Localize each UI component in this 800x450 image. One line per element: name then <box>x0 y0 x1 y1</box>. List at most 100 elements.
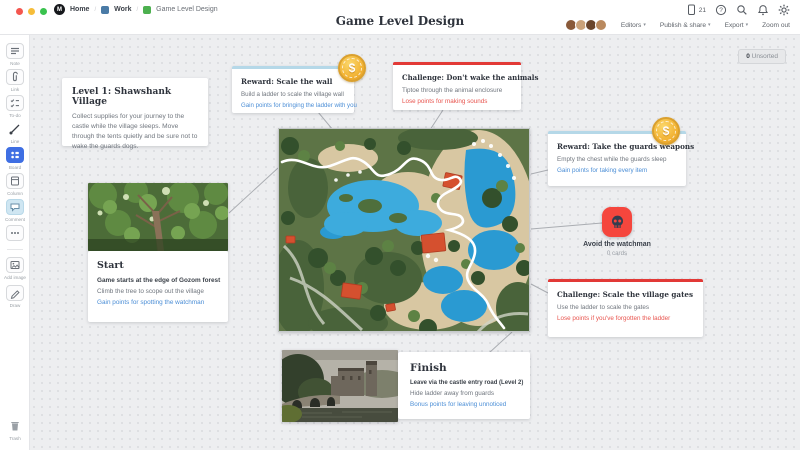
todo-icon <box>6 95 24 111</box>
tool-link[interactable]: Link <box>0 69 30 92</box>
export-label: Export <box>725 22 744 29</box>
card-finish-line3: Bonus points for leaving unnoticed <box>410 401 518 408</box>
card-start-line2: Climb the tree to scope out the village <box>97 288 219 295</box>
castle-photo[interactable] <box>282 350 398 422</box>
card-finish[interactable]: Finish Leave via the castle entry road (… <box>398 352 530 419</box>
watchman-title: Avoid the watchman <box>557 241 677 248</box>
card-challenge-gates[interactable]: Challenge: Scale the village gates Use t… <box>548 279 703 337</box>
tool-draw[interactable]: Draw <box>0 285 30 308</box>
trash-label: Trash <box>9 436 21 441</box>
skull-icon <box>609 214 626 231</box>
card-challenge-gates-penalty: Lose points if you've forgotten the ladd… <box>557 315 694 322</box>
card-challenge-animals-penalty: Lose points for making sounds <box>402 98 512 105</box>
tool-note[interactable]: Note <box>0 43 30 66</box>
chevron-down-icon: ▾ <box>643 22 646 28</box>
card-start-title: Start <box>97 260 219 271</box>
zoom-out-label: Zoom out <box>762 22 790 29</box>
breadcrumb-home[interactable]: Home <box>70 6 89 13</box>
tool-add-image-label: Add image <box>4 275 26 280</box>
line-icon <box>6 121 24 137</box>
forest-photo[interactable] <box>88 183 228 251</box>
tool-line-label: Line <box>11 139 20 144</box>
watchman-card-count: 0 cards <box>557 250 677 257</box>
trash-icon <box>6 418 24 434</box>
search-button[interactable] <box>736 4 748 16</box>
card-reward-wall-desc: Build a ladder to scale the village wall <box>241 91 345 98</box>
coin-dollar-glyph: $ <box>340 56 364 80</box>
tool-todo[interactable]: To-do <box>0 95 30 118</box>
unsorted-count: 0 <box>746 53 750 60</box>
level-map-photo[interactable] <box>278 128 530 332</box>
help-button[interactable]: ? <box>715 4 727 16</box>
editors-menu[interactable]: Editors▾ <box>621 22 646 29</box>
card-reward-wall[interactable]: Reward: Scale the wall Build a ladder to… <box>232 66 354 113</box>
note-icon <box>6 43 24 59</box>
settings-button[interactable] <box>778 4 790 16</box>
comment-icon <box>6 199 24 215</box>
card-challenge-animals-title: Challenge: Don't wake the animals <box>402 73 512 82</box>
avatar <box>595 19 607 31</box>
card-start-line1: Game starts at the edge of Gozom forest <box>97 277 219 284</box>
sidebar-divider <box>7 249 23 250</box>
card-reward-wall-title: Reward: Scale the wall <box>241 77 345 86</box>
breadcrumb-separator: / <box>94 7 96 13</box>
card-start[interactable]: Start Game starts at the edge of Gozom f… <box>88 251 228 322</box>
tool-column-label: Column <box>7 191 23 196</box>
tool-more[interactable] <box>0 225 30 241</box>
chevron-down-icon: ▾ <box>746 22 749 28</box>
card-level1[interactable]: Level 1: Shawshank Village Collect suppl… <box>62 78 208 146</box>
card-challenge-animals-desc: Tiptoe through the animal enclosure <box>402 87 512 94</box>
tool-add-image[interactable]: Add image <box>0 257 30 280</box>
watchman-caption: Avoid the watchman 0 cards <box>557 241 677 257</box>
tool-todo-label: To-do <box>9 113 21 118</box>
export-menu[interactable]: Export▾ <box>725 22 749 29</box>
draw-icon <box>6 285 24 301</box>
publish-share-label: Publish & share <box>660 22 706 29</box>
coin-dollar-glyph: $ <box>654 119 678 143</box>
link-icon <box>6 69 24 85</box>
editors-menu-label: Editors <box>621 22 642 29</box>
svg-text:?: ? <box>719 7 723 14</box>
breadcrumb-separator: / <box>137 7 139 13</box>
help-icon: ? <box>715 4 727 16</box>
trash-button[interactable]: Trash <box>0 418 30 441</box>
editor-avatars[interactable] <box>565 19 607 31</box>
tool-link-label: Link <box>11 87 19 92</box>
card-reward-weapons-desc: Empty the chest while the guards sleep <box>557 156 677 163</box>
tool-comment-label: Comment <box>5 217 25 222</box>
coin-sticker[interactable]: $ <box>652 117 680 145</box>
card-level1-title: Level 1: Shawshank Village <box>72 87 198 107</box>
tool-comment[interactable]: Comment <box>0 199 30 222</box>
breadcrumb-current[interactable]: Game Level Design <box>156 6 217 13</box>
card-challenge-animals[interactable]: Challenge: Don't wake the animals Tiptoe… <box>393 62 521 110</box>
tool-sidebar: Note Link To-do Line Board <box>0 35 30 450</box>
breadcrumb-work[interactable]: Work <box>114 6 131 13</box>
tool-note-label: Note <box>10 61 20 66</box>
device-sync-button[interactable]: 21 <box>687 4 706 16</box>
search-icon <box>736 4 748 16</box>
card-reward-wall-bonus: Gain points for bringing the ladder with… <box>241 102 345 109</box>
tool-column[interactable]: Column <box>0 173 30 196</box>
card-finish-line1: Leave via the castle entry road (Level 2… <box>410 380 518 386</box>
card-finish-title: Finish <box>410 362 518 374</box>
notifications-button[interactable] <box>757 4 769 16</box>
work-board-icon[interactable] <box>101 6 109 14</box>
card-challenge-gates-title: Challenge: Scale the village gates <box>557 290 694 299</box>
tool-board[interactable]: Board <box>0 147 30 170</box>
current-board-icon[interactable] <box>143 6 151 14</box>
unsorted-badge[interactable]: 0 Unsorted <box>738 49 786 64</box>
app-window: M Home / Work / Game Level Design Game L… <box>0 0 800 450</box>
tool-line[interactable]: Line <box>0 121 30 144</box>
publish-share-menu[interactable]: Publish & share▾ <box>660 22 711 29</box>
phone-icon <box>687 4 698 16</box>
add-image-icon <box>6 257 24 273</box>
watchman-board-tile[interactable] <box>602 207 632 237</box>
coin-sticker[interactable]: $ <box>338 54 366 82</box>
column-icon <box>6 173 24 189</box>
device-count: 21 <box>699 7 706 14</box>
tool-draw-label: Draw <box>10 303 21 308</box>
card-start-line3: Gain points for spotting the watchman <box>97 299 219 306</box>
card-finish-line2: Hide ladder away from guards <box>410 390 518 397</box>
zoom-out-button[interactable]: Zoom out <box>762 22 790 29</box>
more-icon <box>6 225 24 241</box>
